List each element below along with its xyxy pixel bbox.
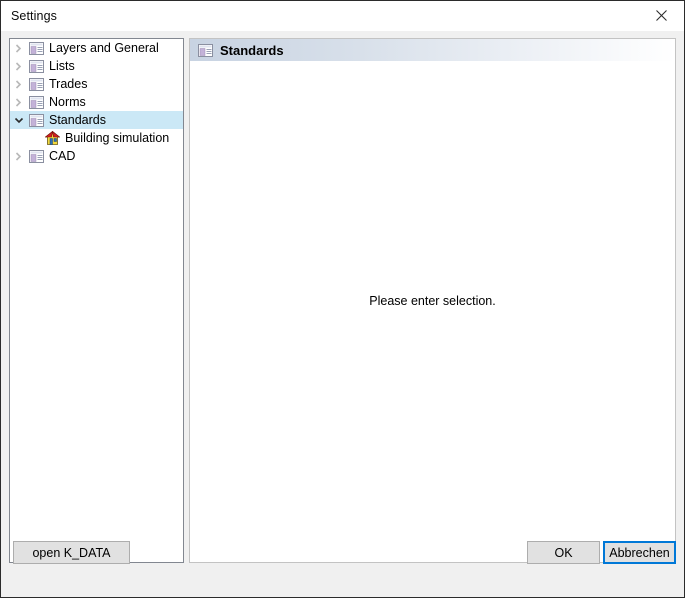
- panel-icon: [27, 149, 45, 163]
- tree-item-layers-and-general[interactable]: Layers and General: [10, 39, 183, 57]
- title-bar: Settings: [1, 1, 684, 31]
- dialog-body: Layers and General Lists Trades Norms St…: [1, 31, 684, 597]
- tree-item-label: Norms: [49, 95, 86, 109]
- tree-item-label: Standards: [49, 113, 106, 127]
- panel-icon: [27, 41, 45, 55]
- chevron-right-icon[interactable]: [10, 151, 27, 161]
- detail-panel-header: Standards: [190, 39, 675, 62]
- panel-icon: [27, 77, 45, 91]
- tree-item-label: Building simulation: [65, 131, 170, 145]
- detail-panel: Standards Please enter selection.: [189, 38, 676, 563]
- chevron-down-icon[interactable]: [10, 116, 27, 125]
- tree-item-label: CAD: [49, 149, 76, 163]
- detail-panel-content: Please enter selection.: [190, 62, 675, 562]
- panel-icon: [196, 43, 214, 57]
- settings-dialog: Settings Layers and General Lists Trades…: [0, 0, 685, 598]
- open-kdata-button[interactable]: open K_DATA: [13, 541, 130, 564]
- house-icon: [43, 131, 61, 145]
- tree-item-lists[interactable]: Lists: [10, 57, 183, 75]
- chevron-right-icon[interactable]: [10, 43, 27, 53]
- settings-tree[interactable]: Layers and General Lists Trades Norms St…: [9, 38, 184, 563]
- tree-item-standards[interactable]: Standards: [10, 111, 183, 129]
- tree-item-label: Lists: [49, 59, 75, 73]
- detail-panel-title: Standards: [220, 42, 284, 58]
- panel-icon: [27, 113, 45, 127]
- chevron-right-icon[interactable]: [10, 97, 27, 107]
- panel-icon: [27, 59, 45, 73]
- close-icon[interactable]: [639, 1, 684, 30]
- window-title: Settings: [11, 9, 57, 23]
- tree-item-label: Layers and General: [49, 41, 159, 55]
- dialog-footer: open K_DATA OK Abbrechen: [1, 535, 684, 597]
- tree-item-trades[interactable]: Trades: [10, 75, 183, 93]
- cancel-button[interactable]: Abbrechen: [603, 541, 676, 564]
- chevron-right-icon[interactable]: [10, 79, 27, 89]
- tree-item-norms[interactable]: Norms: [10, 93, 183, 111]
- tree-item-cad[interactable]: CAD: [10, 147, 183, 165]
- chevron-right-icon[interactable]: [10, 61, 27, 71]
- empty-state-message: Please enter selection.: [369, 294, 496, 308]
- tree-item-building-simulation[interactable]: Building simulation: [10, 129, 183, 147]
- panel-icon: [27, 95, 45, 109]
- tree-item-label: Trades: [49, 77, 88, 91]
- ok-button[interactable]: OK: [527, 541, 600, 564]
